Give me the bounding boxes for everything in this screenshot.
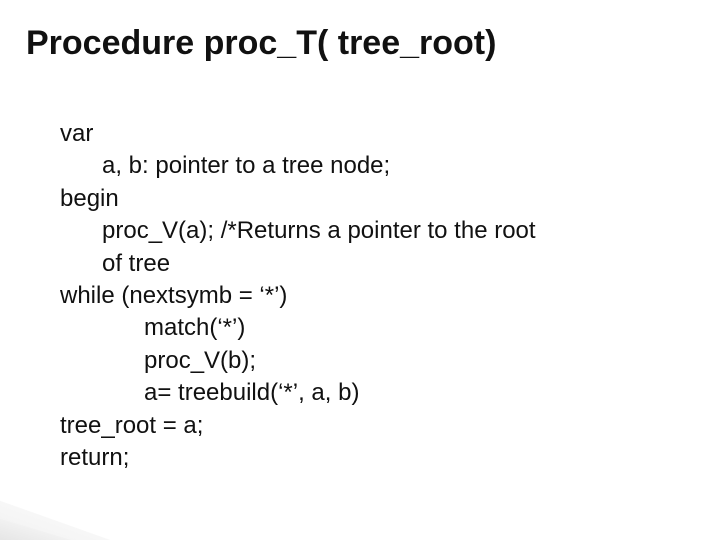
code-line: proc_V(a); /*Returns a pointer to the ro… [102,215,680,247]
code-line: return; [60,442,680,474]
corner-accent-icon [0,490,138,540]
code-line: match(‘*’) [144,312,680,344]
slide: Procedure proc_T( tree_root) var a, b: p… [0,0,720,540]
code-line: var [60,118,680,150]
code-line: proc_V(b); [144,345,680,377]
code-line: tree_root = a; [60,410,680,442]
code-line: a, b: pointer to a tree node; [102,150,680,182]
code-line: of tree [102,248,680,280]
code-line: a= treebuild(‘*’, a, b) [144,377,680,409]
code-line: while (nextsymb = ‘*’) [60,280,680,312]
code-line: begin [60,183,680,215]
slide-title: Procedure proc_T( tree_root) [26,24,496,63]
code-block: var a, b: pointer to a tree node; begin … [60,118,680,474]
